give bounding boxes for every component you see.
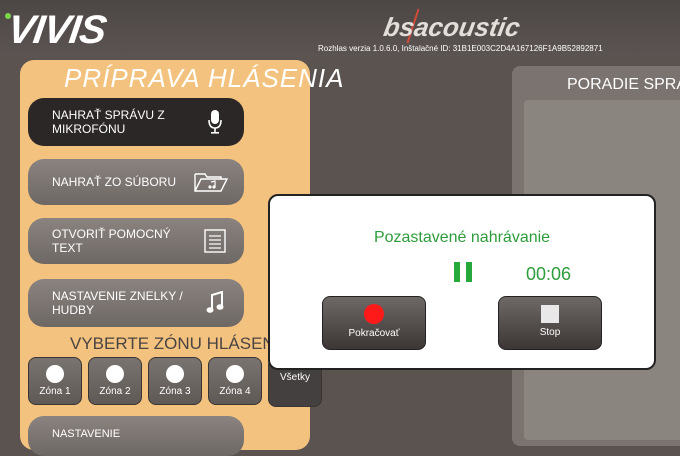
announcement-prep-title: PRÍPRAVA HLÁSENIA [64, 63, 345, 93]
zone-all-label: Všetky [279, 372, 310, 383]
zone-3-label: Zóna 3 [159, 386, 191, 397]
continue-button[interactable]: Pokračovať [322, 296, 426, 350]
recording-paused-dialog: Pozastavené nahrávanie 00:06 Pokračovať … [268, 194, 656, 370]
version-info: Rozhlas verzia 1.0.6.0, Inštalačné ID: 3… [318, 44, 603, 53]
zone-1-label: Zóna 1 [39, 386, 71, 397]
zone-3-indicator [166, 365, 184, 383]
settings-button[interactable]: NASTAVENIE [28, 416, 244, 456]
bsacoustic-logo: bsacoustic [381, 12, 523, 42]
jingle-music-settings-button[interactable]: NASTAVENIE ZNELKY / HUDBY [28, 279, 244, 327]
stop-label: Stop [539, 327, 561, 338]
recording-timer: 00:06 [526, 264, 572, 284]
zone-1-button[interactable]: Zóna 1 [28, 357, 82, 405]
continue-label: Pokračovať [348, 328, 400, 339]
zone-4-indicator [226, 365, 244, 383]
open-helper-text-label: OTVORIŤ POMOCNÝ TEXT [52, 227, 171, 255]
zone-1-indicator [46, 365, 64, 383]
top-bar: VIVIS bsacoustic Rozhlas verzia 1.0.6.0,… [0, 0, 680, 58]
music-note-icon [200, 289, 230, 317]
text-document-icon [200, 227, 230, 255]
zones-title: VYBERTE ZÓNU HLÁSENIA [70, 334, 291, 353]
stop-button[interactable]: Stop [498, 296, 602, 350]
dialog-title: Pozastavené nahrávanie [373, 229, 551, 246]
record-icon [364, 304, 384, 324]
zone-3-button[interactable]: Zóna 3 [148, 357, 202, 405]
zone-2-label: Zóna 2 [99, 386, 131, 397]
zone-4-label: Zóna 4 [219, 386, 251, 397]
zone-2-button[interactable]: Zóna 2 [88, 357, 142, 405]
zone-4-button[interactable]: Zóna 4 [208, 357, 262, 405]
upload-file-label: NAHRAŤ ZO SÚBORU [52, 175, 177, 189]
settings-label: NASTAVENIE [52, 428, 121, 440]
stop-icon [541, 305, 559, 323]
record-microphone-label: NAHRAŤ SPRÁVU Z MIKROFÓNU [52, 108, 165, 136]
zone-2-indicator [106, 365, 124, 383]
folder-music-icon [192, 168, 230, 196]
upload-file-button[interactable]: NAHRAŤ ZO SÚBORU [28, 159, 244, 205]
open-helper-text-button[interactable]: OTVORIŤ POMOCNÝ TEXT [28, 218, 244, 264]
vivis-logo: VIVIS [4, 8, 109, 52]
left-edge [0, 60, 20, 440]
jingle-music-settings-label: NASTAVENIE ZNELKY / HUDBY [52, 289, 183, 317]
pause-icon [454, 262, 472, 282]
microphone-icon [200, 108, 230, 136]
record-microphone-button[interactable]: NAHRAŤ SPRÁVU Z MIKROFÓNU [28, 98, 244, 146]
message-order-title: PORADIE SPRÁV [567, 76, 680, 93]
